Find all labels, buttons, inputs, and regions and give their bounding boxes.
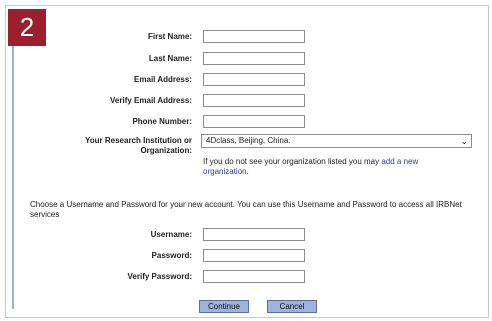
chevron-down-icon: ⌄ xyxy=(460,136,468,146)
institution-select[interactable]: 4Dclass, Beijing, China. ⌄ xyxy=(201,134,472,148)
verify-email-input[interactable] xyxy=(203,94,305,107)
verify-password-input[interactable] xyxy=(203,270,305,283)
phone-input[interactable] xyxy=(203,115,305,128)
email-label: Email Address: xyxy=(134,75,192,84)
cancel-button[interactable]: Cancel xyxy=(267,300,317,313)
username-input[interactable] xyxy=(203,228,305,241)
first-name-label: First Name: xyxy=(147,32,192,41)
org-note-end: . xyxy=(246,167,249,176)
continue-button[interactable]: Continue xyxy=(199,300,249,313)
username-label: Username: xyxy=(150,230,192,239)
last-name-label: Last Name: xyxy=(148,54,192,63)
password-label: Password: xyxy=(151,251,192,260)
last-name-input[interactable] xyxy=(203,52,305,65)
institution-label: Your Research Institution or Organizatio… xyxy=(85,136,192,155)
account-intro-text: Choose a Username and Password for your … xyxy=(30,200,462,219)
verify-password-label: Verify Password: xyxy=(127,272,192,281)
step-divider-line xyxy=(12,46,14,309)
password-input[interactable] xyxy=(203,249,305,262)
verify-email-label: Verify Email Address: xyxy=(110,96,192,105)
first-name-input[interactable] xyxy=(203,30,305,43)
org-note-text: If you do not see your organization list… xyxy=(203,157,382,166)
phone-label: Phone Number: xyxy=(132,117,192,126)
org-note: If you do not see your organization list… xyxy=(203,157,463,177)
email-input[interactable] xyxy=(203,73,305,86)
institution-select-value: 4Dclass, Beijing, China. xyxy=(206,136,291,145)
step-number-badge: 2 xyxy=(8,9,46,46)
